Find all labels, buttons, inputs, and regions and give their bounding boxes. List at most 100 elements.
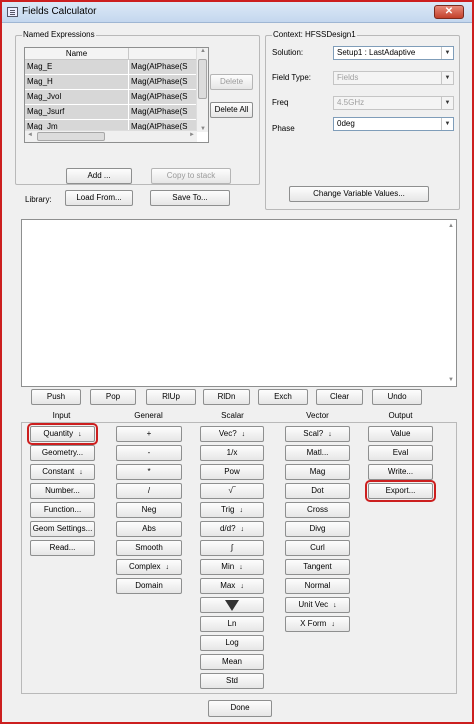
multiply-button[interactable]: * (116, 464, 182, 480)
dot-button[interactable]: Dot (285, 483, 350, 499)
x-form-button[interactable]: X Form ↓ (285, 616, 350, 632)
abs-button[interactable]: Abs (116, 521, 182, 537)
derivative-button[interactable]: d/d? ↓ (200, 521, 264, 537)
sqrt-button[interactable]: √‾ (200, 483, 264, 499)
table-cell-expression: Mag(AtPhase(S (129, 90, 197, 105)
dropdown-arrow-icon: ↓ (333, 602, 337, 609)
geom-settings-button[interactable]: Geom Settings... (30, 521, 95, 537)
table-row[interactable]: Mag_E Mag(AtPhase(S (25, 60, 197, 75)
roll-down-button[interactable]: RlDn (203, 389, 250, 405)
field-type-select[interactable]: Fields ▼ (333, 71, 454, 85)
cross-button[interactable]: Cross (285, 502, 350, 518)
chevron-down-icon: ▼ (441, 97, 453, 109)
table-cell-expression: Mag(AtPhase(S (129, 75, 197, 90)
horizontal-scroll-thumb[interactable] (37, 132, 105, 141)
value-button[interactable]: Value (368, 426, 433, 442)
freq-select[interactable]: 4.5GHz ▼ (333, 96, 454, 110)
table-cell-name: Mag_E (25, 60, 129, 75)
title-bar: Fields Calculator ✕ (2, 2, 472, 23)
scroll-up-icon[interactable]: ▲ (448, 223, 454, 229)
constant-button[interactable]: Constant ↓ (30, 464, 95, 480)
scroll-right-icon[interactable]: ► (189, 132, 195, 138)
copy-to-stack-button[interactable]: Copy to stack (151, 168, 231, 184)
mean-button[interactable]: Mean (200, 654, 264, 670)
table-vertical-scrollbar[interactable]: ▲ ▼ (196, 48, 208, 132)
solution-select[interactable]: Setup1 : LastAdaptive ▼ (333, 46, 454, 60)
plus-button[interactable]: + (116, 426, 182, 442)
tangent-button[interactable]: Tangent (285, 559, 350, 575)
nabla-icon (225, 600, 239, 611)
scroll-up-icon[interactable]: ▲ (200, 48, 206, 54)
save-to-button[interactable]: Save To... (150, 190, 230, 206)
vertical-scroll-thumb[interactable] (198, 59, 207, 99)
quantity-button[interactable]: Quantity ↓ (27, 423, 98, 445)
std-button[interactable]: Std (200, 673, 264, 689)
divide-button[interactable]: / (116, 483, 182, 499)
pow-button[interactable]: Pow (200, 464, 264, 480)
constant-button-label: Constant (42, 467, 75, 476)
done-button[interactable]: Done (208, 700, 272, 717)
neg-button[interactable]: Neg (116, 502, 182, 518)
phase-select[interactable]: 0deg ▼ (333, 117, 454, 131)
read-button[interactable]: Read... (30, 540, 95, 556)
write-button[interactable]: Write... (368, 464, 433, 480)
context-title: Context: HFSSDesign1 (272, 30, 357, 39)
load-from-button[interactable]: Load From... (65, 190, 133, 206)
push-button[interactable]: Push (31, 389, 81, 405)
add-expression-button[interactable]: Add ... (66, 168, 132, 184)
gradient-button[interactable] (200, 597, 264, 613)
function-button[interactable]: Function... (30, 502, 95, 518)
divg-button[interactable]: Divg (285, 521, 350, 537)
stack-display[interactable]: ▲ ▼ (21, 219, 457, 387)
pop-button[interactable]: Pop (90, 389, 136, 405)
scroll-down-icon[interactable]: ▼ (200, 126, 206, 132)
x-form-button-label: X Form (300, 619, 327, 628)
dropdown-arrow-icon: ↓ (240, 526, 245, 533)
delete-button[interactable]: Delete (210, 74, 253, 90)
integrate-button[interactable]: ∫ (200, 540, 264, 556)
column-header-name[interactable]: Name (25, 48, 129, 60)
table-row[interactable]: Mag_Jvol Mag(AtPhase(S (25, 90, 197, 105)
smooth-button[interactable]: Smooth (116, 540, 182, 556)
table-row[interactable]: Mag_Jsurf Mag(AtPhase(S (25, 105, 197, 120)
table-cell-expression: Mag(AtPhase(S (129, 105, 197, 120)
roll-up-button[interactable]: RlUp (146, 389, 196, 405)
log-button[interactable]: Log (200, 635, 264, 651)
normal-button[interactable]: Normal (285, 578, 350, 594)
complex-button[interactable]: Complex ↓ (116, 559, 182, 575)
domain-button[interactable]: Domain (116, 578, 182, 594)
freq-label: Freq (272, 98, 289, 107)
window-title: Fields Calculator (22, 6, 97, 17)
eval-button[interactable]: Eval (368, 445, 433, 461)
clear-button[interactable]: Clear (316, 389, 363, 405)
reciprocal-button[interactable]: 1/x (200, 445, 264, 461)
trig-button[interactable]: Trig ↓ (200, 502, 264, 518)
scroll-down-icon[interactable]: ▼ (448, 377, 454, 383)
min-button-label: Min (221, 562, 235, 571)
dropdown-arrow-icon: ↓ (78, 431, 82, 438)
delete-all-button[interactable]: Delete All (210, 102, 253, 118)
ln-button[interactable]: Ln (200, 616, 264, 632)
table-horizontal-scrollbar[interactable]: ◄ ► (25, 130, 197, 142)
mag-button[interactable]: Mag (285, 464, 350, 480)
table-row[interactable]: Mag_H Mag(AtPhase(S (25, 75, 197, 90)
chevron-down-icon: ▼ (441, 118, 453, 130)
matl-button[interactable]: Matl... (285, 445, 350, 461)
minus-button[interactable]: - (116, 445, 182, 461)
close-icon[interactable]: ✕ (434, 5, 464, 19)
change-variable-values-button[interactable]: Change Variable Values... (289, 186, 429, 202)
geometry-button[interactable]: Geometry... (30, 445, 95, 461)
column-header-expression[interactable] (129, 48, 197, 60)
undo-button[interactable]: Undo (372, 389, 422, 405)
export-button[interactable]: Export... (365, 480, 436, 502)
scal-button[interactable]: Scal? ↓ (285, 426, 350, 442)
unit-vec-button[interactable]: Unit Vec ↓ (285, 597, 350, 613)
vec-button[interactable]: Vec? ↓ (200, 426, 264, 442)
scal-button-label: Scal? (303, 429, 324, 438)
exchange-button[interactable]: Exch (258, 389, 308, 405)
curl-button[interactable]: Curl (285, 540, 350, 556)
min-button[interactable]: Min ↓ (200, 559, 264, 575)
number-button[interactable]: Number... (30, 483, 95, 499)
scroll-left-icon[interactable]: ◄ (27, 132, 33, 138)
max-button[interactable]: Max ↓ (200, 578, 264, 594)
